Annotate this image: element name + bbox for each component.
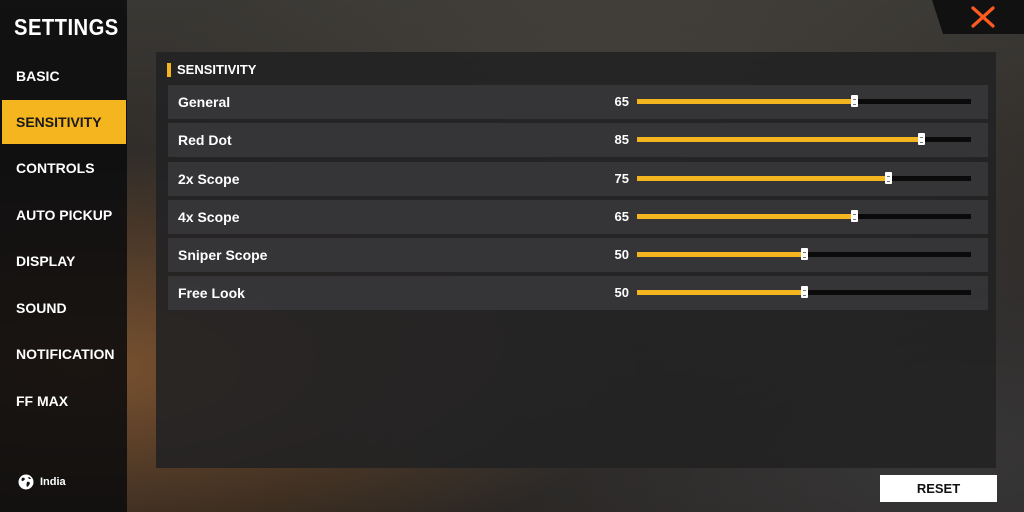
slider-row-free-look: Free Look 50 [168,276,988,310]
slider-track[interactable] [637,248,971,260]
slider-thumb[interactable] [801,248,808,260]
sidebar-item-sound[interactable]: SOUND [2,286,126,330]
slider-value: 65 [614,209,629,224]
section-accent-bar [167,62,171,77]
slider-row-general: General 65 [168,85,988,119]
slider-fill [637,214,855,219]
slider-row-red-dot: Red Dot 85 [168,123,988,157]
section-title: SENSITIVITY [177,62,257,77]
slider-label: 4x Scope [178,209,240,225]
slider-fill [637,99,855,104]
sidebar-item-label: FF MAX [16,393,69,409]
slider-row-4x-scope: 4x Scope 65 [168,200,988,234]
sidebar-item-display[interactable]: DISPLAY [2,239,126,283]
globe-icon [18,474,34,490]
slider-thumb[interactable] [851,95,859,107]
sidebar-item-ff-max[interactable]: FF MAX [2,379,126,423]
settings-title: SETTINGS [14,14,119,40]
slider-track[interactable] [637,286,971,298]
region-selector[interactable]: India [18,474,66,490]
sidebar-item-notification[interactable]: NOTIFICATION [2,332,126,376]
slider-fill [637,176,888,181]
sidebar-item-basic[interactable]: BASIC [2,54,126,98]
sidebar: SETTINGS BASIC SENSITIVITY CONTROLS AUTO… [0,0,127,512]
slider-thumb[interactable] [884,172,892,184]
slider-label: 2x Scope [178,171,240,187]
sidebar-item-label: NOTIFICATION [16,346,115,362]
sidebar-item-label: AUTO PICKUP [16,207,113,223]
close-icon[interactable] [970,6,996,28]
sidebar-item-controls[interactable]: CONTROLS [2,146,126,190]
slider-value: 85 [614,132,629,147]
section-header: SENSITIVITY [167,62,256,77]
sidebar-item-label: SENSITIVITY [16,114,102,130]
slider-fill [637,252,804,257]
close-button-container [932,0,1024,34]
sensitivity-panel: SENSITIVITY General 65 Red Dot 85 2x Sco… [156,52,996,468]
slider-track[interactable] [637,172,971,184]
slider-value: 65 [614,94,629,109]
slider-track[interactable] [637,210,971,222]
slider-thumb[interactable] [801,286,808,298]
sidebar-item-label: SOUND [16,300,67,316]
sidebar-item-sensitivity[interactable]: SENSITIVITY [2,100,126,144]
slider-row-2x-scope: 2x Scope 75 [168,162,988,196]
sidebar-item-auto-pickup[interactable]: AUTO PICKUP [2,193,126,237]
slider-value: 75 [614,171,629,186]
slider-label: Red Dot [178,132,232,148]
slider-thumb[interactable] [917,133,925,145]
sidebar-item-label: BASIC [16,68,60,84]
slider-value: 50 [614,285,629,300]
slider-track[interactable] [637,133,971,145]
slider-value: 50 [614,247,629,262]
slider-track[interactable] [637,95,971,107]
slider-thumb[interactable] [851,210,859,222]
slider-label: Free Look [178,285,245,301]
reset-button[interactable]: RESET [880,475,997,502]
slider-fill [637,290,804,295]
slider-row-sniper-scope: Sniper Scope 50 [168,238,988,272]
slider-label: Sniper Scope [178,247,268,263]
slider-fill [637,137,921,142]
sidebar-item-label: DISPLAY [16,253,76,269]
region-label: India [40,476,66,488]
slider-label: General [178,94,231,110]
sidebar-item-label: CONTROLS [16,160,95,176]
